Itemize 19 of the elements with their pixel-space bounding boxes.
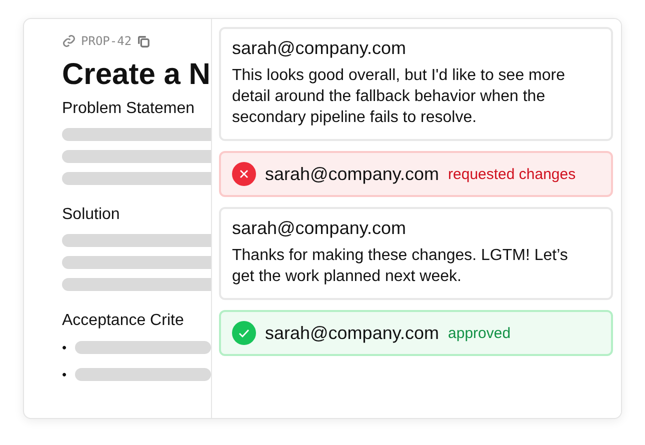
- section-heading: Solution: [62, 206, 121, 224]
- comment-text: This looks good overall, but I'd like to see more detail around the fallback behavior when the secondary pipeline fails to resolve.: [232, 66, 566, 128]
- bullet: •: [62, 340, 67, 355]
- bullet: •: [62, 367, 67, 382]
- section-heading: Acceptance Crite: [62, 312, 185, 330]
- comment-author: sarah@company.com: [232, 38, 408, 59]
- review-label: requested changes: [448, 166, 576, 182]
- ticket-id: PROP-42: [81, 34, 132, 48]
- comment-author: sarah@company.com: [232, 218, 408, 239]
- section-heading: Problem Statemen: [62, 100, 196, 118]
- copy-icon[interactable]: [136, 34, 150, 48]
- document-title: Create a N: [62, 58, 211, 92]
- comment-text: Thanks for making these changes. LGTM! Let’s get the work planned next week.: [232, 246, 569, 287]
- review-author: sarah@company.com: [265, 322, 440, 344]
- review-author: sarah@company.com: [265, 164, 440, 184]
- close-icon: [232, 162, 256, 186]
- link-icon: [62, 34, 76, 48]
- check-icon: [232, 321, 256, 345]
- review-label: approved: [448, 324, 511, 342]
